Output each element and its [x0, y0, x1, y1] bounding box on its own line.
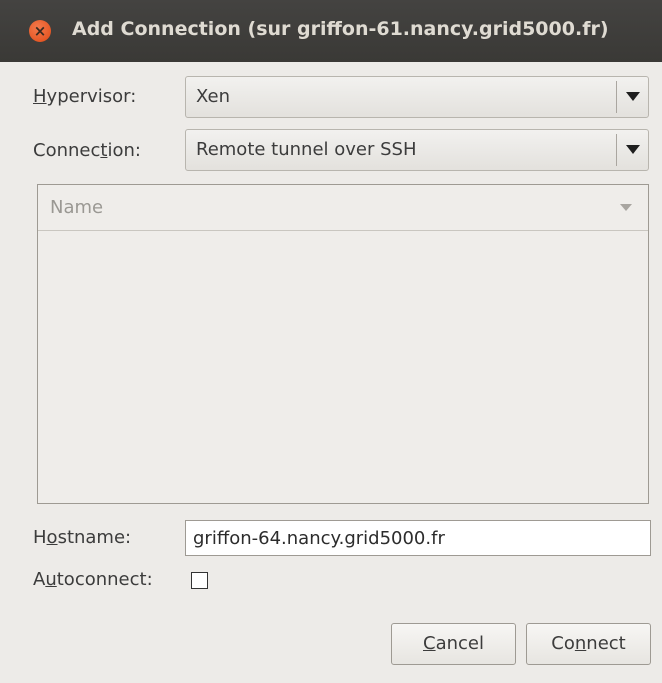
connection-value: Remote tunnel over SSH: [196, 139, 417, 160]
combo-separator: [616, 81, 617, 113]
chevron-down-icon[interactable]: [626, 92, 640, 101]
sort-down-icon: [620, 204, 632, 211]
list-header-name[interactable]: Name: [38, 185, 648, 231]
hostname-input[interactable]: [186, 521, 650, 555]
autoconnect-checkbox[interactable]: [191, 572, 208, 589]
hypervisor-label: Hypervisor:: [33, 86, 137, 107]
connection-label: Connection:: [33, 140, 141, 161]
hostname-label: Hostname:: [33, 527, 132, 548]
cancel-button[interactable]: Cancel: [391, 623, 516, 665]
close-icon[interactable]: ×: [29, 20, 51, 42]
title-bar: × Add Connection (sur griffon-61.nancy.g…: [0, 0, 662, 62]
connection-list[interactable]: Name: [37, 184, 649, 504]
hypervisor-combo[interactable]: Xen: [185, 76, 649, 118]
hostname-field[interactable]: [185, 520, 651, 556]
list-header-label: Name: [50, 197, 104, 218]
connection-combo[interactable]: Remote tunnel over SSH: [185, 129, 649, 171]
autoconnect-label: Autoconnect:: [33, 569, 153, 590]
hypervisor-value: Xen: [196, 86, 231, 107]
combo-separator: [616, 134, 617, 166]
connect-button[interactable]: Connect: [526, 623, 651, 665]
chevron-down-icon[interactable]: [626, 145, 640, 154]
window-title: Add Connection (sur griffon-61.nancy.gri…: [72, 18, 609, 40]
